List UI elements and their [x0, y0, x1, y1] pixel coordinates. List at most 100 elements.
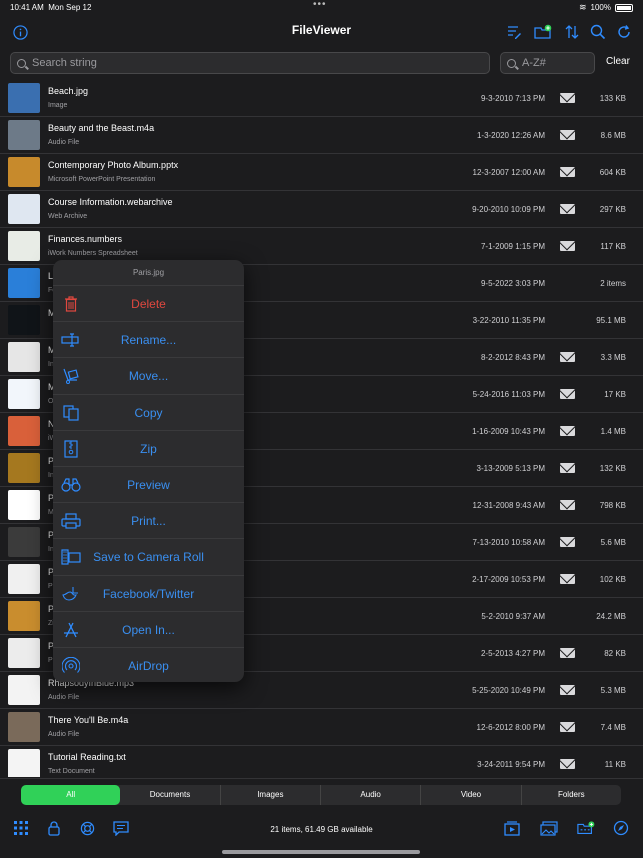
refresh-icon[interactable]: [614, 22, 634, 42]
new-folder-icon[interactable]: [533, 22, 553, 42]
file-name: There You'll Be.m4a: [48, 715, 129, 725]
status-right: ≋ 100%: [579, 2, 633, 13]
category-filter: All Documents Images Audio Video Folders: [21, 785, 621, 805]
file-size: 5.3 MB: [600, 686, 626, 695]
mail-icon[interactable]: [560, 648, 575, 658]
file-name: Tutorial Reading.txt: [48, 752, 126, 762]
segment-video[interactable]: Video: [421, 785, 522, 805]
file-size: 2 items: [600, 279, 626, 288]
file-type: Audio File: [48, 731, 80, 738]
file-thumbnail: [8, 83, 40, 113]
file-row[interactable]: Contemporary Photo Album.pptx Microsoft P…: [0, 154, 643, 191]
file-date: 12-31-2008 9:43 AM: [472, 501, 546, 510]
sort-field[interactable]: [500, 52, 595, 74]
menu-item-label: Preview: [127, 477, 170, 492]
search-icon[interactable]: [588, 22, 608, 42]
mail-icon[interactable]: [560, 685, 575, 695]
file-thumbnail: [8, 527, 40, 557]
mail-icon[interactable]: [560, 463, 575, 473]
menu-item-label: AirDrop: [128, 658, 169, 673]
mail-icon[interactable]: [560, 389, 575, 399]
segment-folders[interactable]: Folders: [522, 785, 621, 805]
file-size: 297 KB: [599, 205, 626, 214]
file-row[interactable]: Beach.jpg Image 9-3-2010 7:13 PM 133 KB: [0, 80, 643, 117]
menu-item-zip[interactable]: Zip: [53, 431, 244, 467]
file-name: Beauty and the Beast.m4a: [48, 123, 155, 133]
file-type: P: [48, 657, 53, 664]
home-indicator[interactable]: [222, 850, 420, 854]
file-date: 1-3-2020 12:26 AM: [476, 131, 545, 140]
file-date: 9-20-2010 10:09 PM: [472, 205, 545, 214]
nav-bar: FileViewer: [0, 16, 643, 48]
sort-icon[interactable]: [562, 22, 582, 42]
mail-icon[interactable]: [560, 130, 575, 140]
file-thumbnail: [8, 564, 40, 594]
menu-item-save-to-camera-roll[interactable]: Save to Camera Roll: [53, 539, 244, 576]
file-name: Beach.jpg: [48, 86, 89, 96]
file-thumbnail: [8, 490, 40, 520]
file-date: 5-25-2020 10:49 PM: [472, 686, 545, 695]
segment-all[interactable]: All: [21, 785, 121, 805]
mail-icon[interactable]: [560, 500, 575, 510]
mail-icon[interactable]: [560, 352, 575, 362]
mail-icon[interactable]: [560, 426, 575, 436]
menu-item-label: Delete: [131, 297, 166, 311]
menu-item-open-in[interactable]: Open In...: [53, 612, 244, 648]
file-size: 798 KB: [599, 501, 626, 510]
context-menu-title: Paris.jpg: [53, 260, 244, 286]
file-thumbnail: [8, 342, 40, 372]
mail-icon[interactable]: [560, 204, 575, 214]
menu-item-delete[interactable]: Delete: [53, 286, 244, 323]
compass-icon[interactable]: [612, 819, 630, 837]
mail-icon[interactable]: [560, 759, 575, 769]
magnifier-icon: [17, 58, 26, 68]
mail-icon[interactable]: [560, 167, 575, 177]
file-thumbnail: [8, 268, 40, 298]
file-size: 117 KB: [600, 242, 626, 251]
menu-item-move[interactable]: Move...: [53, 358, 244, 395]
search-input[interactable]: [32, 57, 489, 69]
menu-item-airdrop[interactable]: AirDrop: [53, 648, 244, 682]
search-field[interactable]: [10, 52, 490, 74]
menu-item-label: Save to Camera Roll: [93, 550, 204, 565]
menu-item-rename[interactable]: Rename...: [53, 322, 244, 359]
segment-audio[interactable]: Audio: [321, 785, 422, 805]
file-size: 102 KB: [599, 575, 626, 584]
segment-documents[interactable]: Documents: [120, 785, 221, 805]
edit-list-icon[interactable]: [504, 22, 524, 42]
file-row[interactable]: Beauty and the Beast.m4a Audio File 1-3-20…: [0, 117, 643, 154]
mail-icon[interactable]: [560, 574, 575, 584]
file-date: 1-16-2009 10:43 PM: [472, 427, 545, 436]
search-row: Clear: [0, 50, 643, 78]
file-size: 11 KB: [604, 760, 626, 769]
battery-percent: 100%: [590, 3, 611, 12]
mail-icon[interactable]: [560, 722, 575, 732]
file-row[interactable]: Tutorial Reading.txt Text Document 3-24-20…: [0, 746, 643, 777]
file-thumbnail: [8, 157, 40, 187]
add-folder-icon[interactable]: [577, 819, 595, 837]
segment-images[interactable]: Images: [221, 785, 321, 805]
menu-item-facebook-twitter[interactable]: Facebook/Twitter: [53, 576, 244, 612]
file-size: 1.4 MB: [600, 427, 626, 436]
file-size: 604 KB: [599, 168, 626, 177]
file-date: 12-3-2007 12:00 AM: [472, 168, 546, 177]
mail-icon[interactable]: [560, 93, 575, 103]
mail-icon[interactable]: [560, 241, 575, 251]
file-thumbnail: [8, 379, 40, 409]
menu-item-preview[interactable]: Preview: [53, 467, 244, 504]
sort-input[interactable]: [522, 57, 594, 69]
menu-item-print[interactable]: Print...: [53, 503, 244, 540]
menu-item-label: Zip: [140, 441, 157, 456]
file-date: 2-17-2009 10:53 PM: [472, 575, 545, 584]
multitasking-dots[interactable]: •••: [313, 0, 327, 10]
slideshow-icon[interactable]: [503, 819, 521, 837]
photos-icon[interactable]: [540, 819, 558, 837]
file-row[interactable]: There You'll Be.m4a Audio File 12-6-2012 8…: [0, 709, 643, 746]
file-thumbnail: [8, 120, 40, 150]
file-size: 24.2 MB: [596, 612, 626, 621]
file-row[interactable]: Course Information.webarchive Web Archive…: [0, 191, 643, 228]
mail-icon[interactable]: [560, 537, 575, 547]
clear-button[interactable]: Clear: [606, 56, 630, 67]
status-bar: 10:41 AM Mon Sep 12 ••• ≋ 100%: [0, 0, 643, 16]
menu-item-copy[interactable]: Copy: [53, 395, 244, 431]
